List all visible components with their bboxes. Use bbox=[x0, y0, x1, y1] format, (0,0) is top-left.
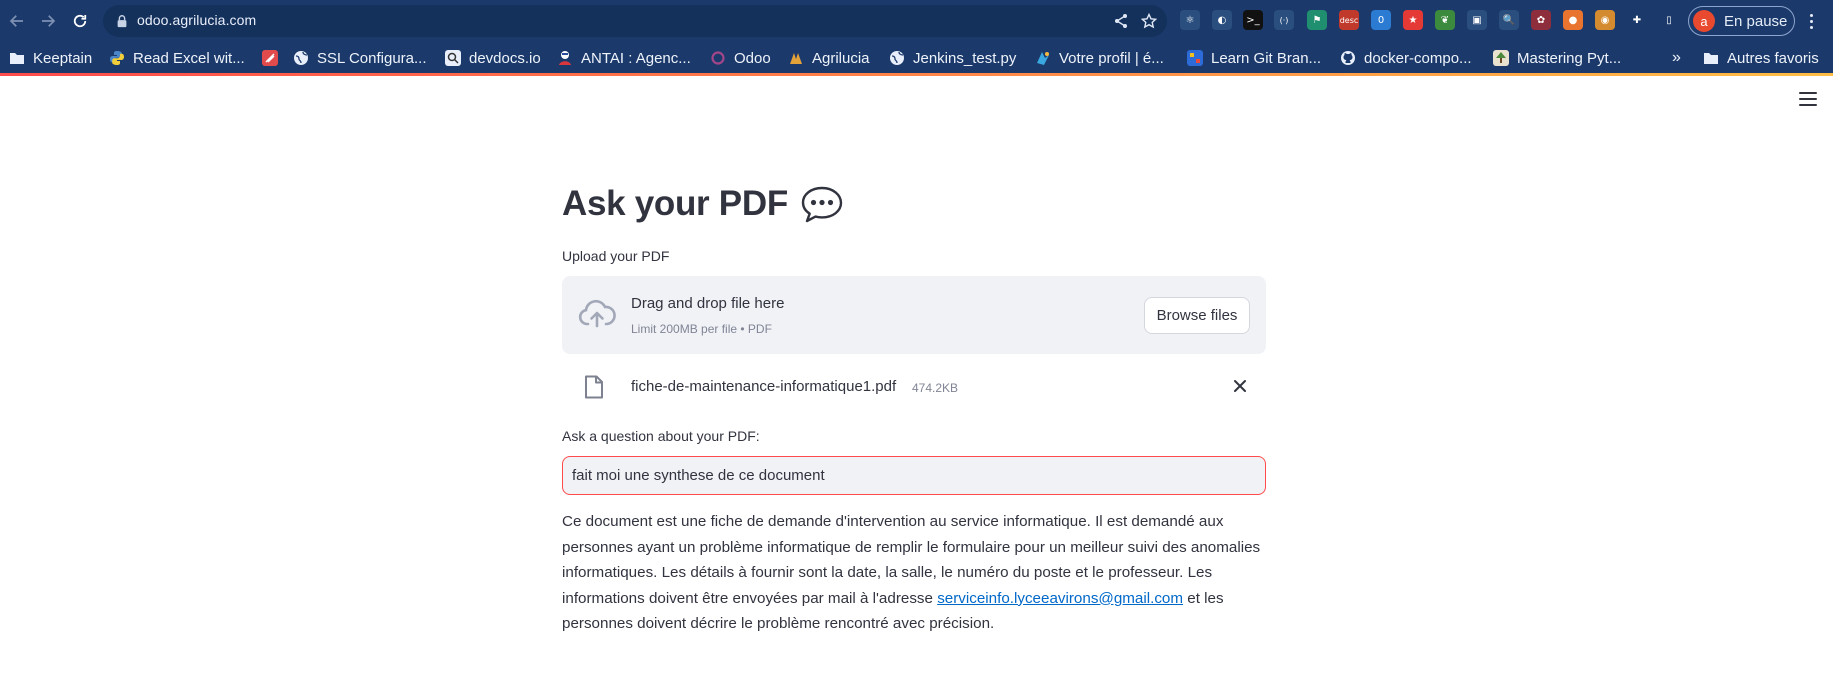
globe-icon bbox=[889, 50, 905, 66]
lock-icon bbox=[117, 15, 127, 28]
green-flag-icon[interactable]: ⚑ bbox=[1307, 10, 1327, 30]
profile-icon bbox=[1035, 50, 1051, 66]
odoo-icon bbox=[710, 50, 726, 66]
file-icon bbox=[585, 375, 603, 399]
terminal-icon[interactable]: >_ bbox=[1243, 10, 1263, 30]
wreath-icon[interactable]: ✿ bbox=[1531, 10, 1551, 30]
app-main: Ask your PDF Upload your PDF Drag and dr… bbox=[0, 76, 1833, 689]
python-icon bbox=[109, 50, 125, 66]
bookmark-antai[interactable]: ANTAI : Agenc... bbox=[557, 47, 691, 69]
remove-file-icon[interactable] bbox=[1232, 378, 1248, 394]
magnifier-icon[interactable]: 🔍 bbox=[1499, 10, 1519, 30]
react-icon[interactable]: ⚛ bbox=[1180, 10, 1200, 30]
bookmark-read-excel[interactable]: Read Excel wit... bbox=[109, 47, 245, 69]
page-title: Ask your PDF bbox=[562, 184, 844, 224]
reload-icon[interactable] bbox=[68, 9, 92, 33]
answer-text: Ce document est une fiche de demande d'i… bbox=[562, 509, 1268, 637]
browse-files-button[interactable]: Browse files bbox=[1144, 297, 1250, 334]
red-block-icon bbox=[262, 50, 278, 66]
flame-icon[interactable]: ● bbox=[1563, 10, 1583, 30]
dropzone-subtitle: Limit 200MB per file • PDF bbox=[631, 322, 772, 336]
avatar: a bbox=[1693, 10, 1715, 32]
half-circle-icon[interactable]: ◐ bbox=[1212, 10, 1232, 30]
git-icon bbox=[1187, 50, 1203, 66]
uploaded-file-row: fiche-de-maintenance-informatique1.pdf 4… bbox=[562, 367, 1266, 407]
red-star-icon[interactable]: ★ bbox=[1403, 10, 1423, 30]
url-text: odoo.agrilucia.com bbox=[137, 12, 257, 28]
antai-icon bbox=[557, 50, 573, 66]
bookmark-star-icon[interactable] bbox=[1141, 13, 1157, 29]
folder-icon bbox=[1703, 50, 1719, 66]
page-title-text: Ask your PDF bbox=[562, 184, 788, 223]
email-link[interactable]: serviceinfo.lyceeavirons@gmail.com bbox=[937, 590, 1183, 607]
hamburger-menu-icon[interactable] bbox=[1799, 92, 1817, 106]
bookmark-ssl[interactable]: SSL Configura... bbox=[293, 47, 427, 69]
address-bar[interactable]: odoo.agrilucia.com bbox=[103, 5, 1167, 37]
bookmark-mastering-python[interactable]: Mastering Pyt... bbox=[1493, 47, 1621, 69]
question-input[interactable] bbox=[562, 456, 1266, 495]
book-icon bbox=[1493, 50, 1509, 66]
bookmark-keeptain[interactable]: Keeptain bbox=[9, 47, 92, 69]
browser-toolbar: odoo.agrilucia.com ⚛ ◐ >_ (·) ⚑ desc 0 ★ ❦ ▣ 🔍 ✿ ● ◉ ✚… bbox=[0, 0, 1833, 42]
bookmark-learn-git[interactable]: Learn Git Bran... bbox=[1187, 47, 1321, 69]
uploaded-file-size: 474.2KB bbox=[912, 381, 959, 395]
profile-button[interactable]: a En pause bbox=[1688, 6, 1795, 36]
screen-icon[interactable]: ▣ bbox=[1467, 10, 1487, 30]
leaf-icon[interactable]: ❦ bbox=[1435, 10, 1455, 30]
desc-icon[interactable]: desc bbox=[1339, 10, 1359, 30]
bookmark-red-block[interactable] bbox=[262, 47, 286, 69]
speech-bubble-icon bbox=[801, 186, 843, 223]
profile-status: En pause bbox=[1724, 12, 1788, 30]
cloud-upload-icon bbox=[578, 299, 616, 328]
sidepanel-icon[interactable]: ▯ bbox=[1659, 10, 1679, 30]
bookmarks-bar: Keeptain Read Excel wit... SSL Configura… bbox=[0, 42, 1833, 74]
puzzle-icon[interactable]: ✚ bbox=[1627, 10, 1647, 30]
bookmark-other-favorites[interactable]: Autres favoris bbox=[1703, 47, 1819, 69]
file-dropzone[interactable]: Drag and drop file here Limit 200MB per … bbox=[562, 276, 1266, 354]
bookmark-devdocs[interactable]: devdocs.io bbox=[445, 47, 541, 69]
bookmarks-overflow-button[interactable]: » bbox=[1672, 47, 1681, 69]
devdocs-icon bbox=[445, 50, 461, 66]
uploaded-file-name: fiche-de-maintenance-informatique1.pdf bbox=[631, 378, 897, 395]
upload-label: Upload your PDF bbox=[562, 248, 670, 264]
bookmark-agrilucia[interactable]: Agrilucia bbox=[788, 47, 870, 69]
bookmark-votre-profil[interactable]: Votre profil | é... bbox=[1035, 47, 1164, 69]
cookie-icon[interactable]: ◉ bbox=[1595, 10, 1615, 30]
dropzone-title: Drag and drop file here bbox=[631, 295, 785, 312]
back-icon[interactable] bbox=[5, 9, 29, 33]
forward-icon[interactable] bbox=[36, 9, 60, 33]
question-label: Ask a question about your PDF: bbox=[562, 428, 760, 444]
agrilucia-icon bbox=[788, 50, 804, 66]
brackets-icon[interactable]: (·) bbox=[1274, 10, 1294, 30]
folder-icon bbox=[9, 50, 25, 66]
bookmark-docker-compose[interactable]: docker-compo... bbox=[1340, 47, 1472, 69]
bookmark-jenkins[interactable]: Jenkins_test.py bbox=[889, 47, 1016, 69]
github-icon bbox=[1340, 50, 1356, 66]
globe-icon bbox=[293, 50, 309, 66]
badge-zero-icon[interactable]: 0 bbox=[1371, 10, 1391, 30]
bookmark-odoo[interactable]: Odoo bbox=[710, 47, 771, 69]
share-icon[interactable] bbox=[1113, 13, 1129, 29]
browser-menu-icon[interactable] bbox=[1803, 10, 1819, 32]
